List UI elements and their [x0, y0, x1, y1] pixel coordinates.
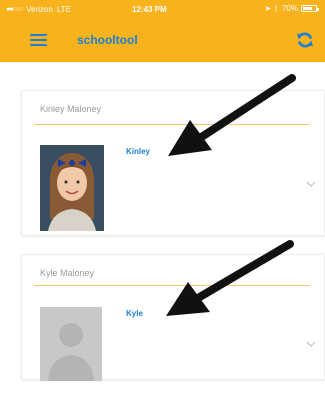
signal-dots-icon: ●●○○○ [6, 6, 23, 13]
parent-name: Kinley Maloney [40, 104, 102, 114]
refresh-icon[interactable] [295, 30, 315, 50]
bluetooth-icon: ᛒ [274, 4, 279, 13]
header-bar: ●●○○○ Verizon LTE 12:43 PM ➤ ᛒ 70% schoo… [0, 0, 325, 62]
annotation-arrow [168, 74, 296, 156]
parent-name: Kyle Maloney [40, 268, 95, 278]
battery-percent: 70% [281, 4, 298, 13]
status-time: 12:43 PM [132, 5, 167, 14]
status-bar: ●●○○○ Verizon LTE 12:43 PM ➤ ᛒ 70% [0, 0, 325, 18]
carrier-info: ●●○○○ Verizon LTE [6, 5, 71, 14]
battery-icon [301, 5, 319, 12]
location-icon: ➤ [264, 4, 272, 13]
network-type: LTE [56, 5, 71, 14]
annotation-arrow [166, 240, 294, 316]
student-link[interactable]: Kyle [126, 309, 143, 318]
app-bar: schooltool [0, 18, 325, 62]
student-photo [40, 145, 104, 231]
chevron-down-icon[interactable] [306, 341, 316, 347]
placeholder-avatar [40, 307, 102, 381]
status-right: ➤ ᛒ 70% [264, 4, 319, 13]
student-link[interactable]: Kinley [126, 147, 150, 156]
carrier-name: Verizon [26, 5, 53, 14]
chevron-down-icon[interactable] [306, 181, 316, 187]
app-brand: schooltool [77, 33, 138, 47]
hamburger-icon[interactable] [30, 34, 47, 46]
